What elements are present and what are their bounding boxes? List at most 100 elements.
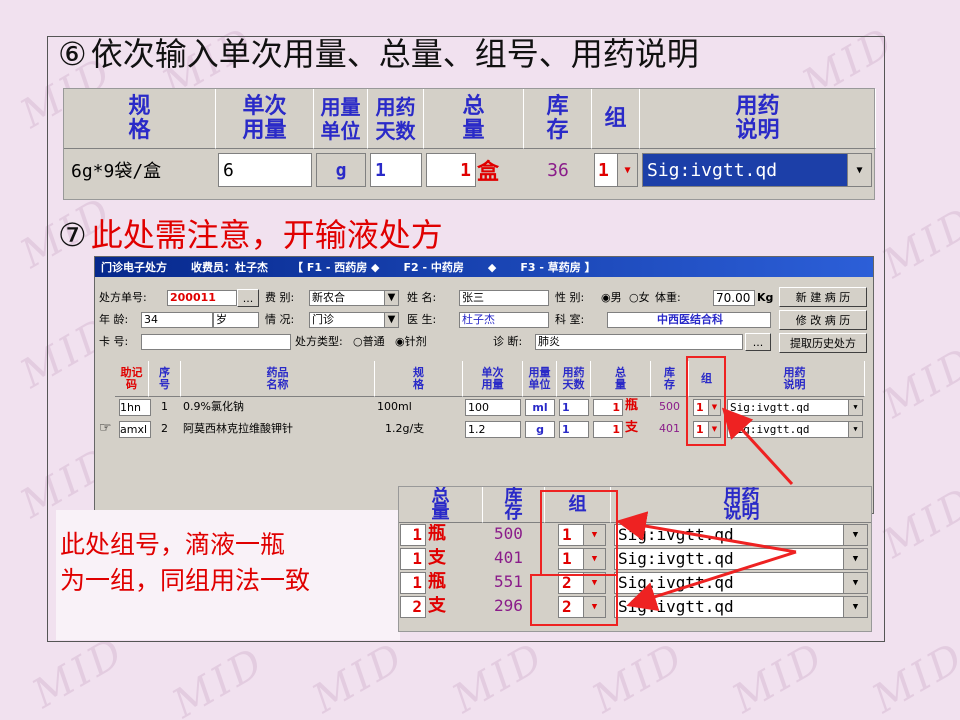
window-title: 门诊电子处方 [101,261,167,274]
row2-unit[interactable]: g [525,421,555,438]
fee-select[interactable]: 新农合 ▼ [309,290,399,306]
zoom-row-usage-select[interactable]: Sig:ivgtt.qd ▼ [614,524,868,546]
zoom-row-total[interactable]: 1 [400,572,426,594]
age-label: 年 龄: [99,313,129,326]
edit-record-button[interactable]: 修 改 病 历 [779,310,867,330]
row1-usage-select[interactable]: Sig:ivgtt.qd ▼ [727,399,863,416]
grid-header-total: 总 量 [591,361,651,397]
row2-code[interactable]: amxl [119,421,151,438]
col-header-group: 组 [592,89,640,149]
chevron-down-icon[interactable]: ▼ [843,597,867,617]
gender-male-radio[interactable]: ◉男 [601,290,622,306]
chevron-down-icon[interactable]: ▼ [843,549,867,569]
watermark: MID [875,478,960,568]
name-field[interactable]: 张三 [459,290,549,306]
gender-label: 性 别: [555,291,585,304]
chevron-down-icon[interactable]: ▼ [384,313,398,327]
usage-select[interactable]: Sig:ivgtt.qd ▼ [642,153,872,187]
row1-dose-input[interactable]: 100 [465,399,521,416]
top-drug-grid: 规 格 单次 用量 用量 单位 用药 天数 总 量 库 存 组 用药 说明 6g… [63,88,876,200]
row1-total-unit: 瓶 [625,398,639,413]
tab-chinese-pharmacy[interactable]: F2 - 中药房 [404,259,464,275]
card-label: 卡 号: [99,335,129,348]
zoom-row-usage-select[interactable]: Sig:ivgtt.qd ▼ [614,572,868,594]
zoom-row-unit: 支 [428,596,446,616]
chevron-down-icon[interactable]: ▼ [848,422,862,437]
row2-total-unit: 支 [625,420,639,435]
step7-text: 此处需注意，开输液处方 [90,216,443,254]
zoom-header-usage: 用药 说明 [611,487,871,523]
chevron-down-icon[interactable]: ▼ [847,154,871,186]
zoom-row-usage-select[interactable]: Sig:ivgtt.qd ▼ [614,548,868,570]
diagnosis-browse-button[interactable]: ... [745,333,771,351]
zoom-header-stock: 库 存 [483,487,545,523]
step6-number: ⑥ [58,35,87,73]
col-header-total: 总 量 [424,89,524,149]
total-input[interactable]: 1 [426,153,476,187]
watermark: MID [445,633,553,720]
cashier-label: 收费员：杜子杰 [191,261,268,274]
chevron-down-icon[interactable]: ▼ [617,154,637,186]
zoom-row-usage-select[interactable]: Sig:ivgtt.qd ▼ [614,596,868,618]
group-select[interactable]: 1 ▼ [594,153,638,187]
grid-header-unit: 用量 单位 [523,361,557,397]
rx-no-field[interactable]: 200011 [167,290,237,306]
tab-herbal-pharmacy[interactable]: F3 - 草药房 】 [520,259,595,275]
group-value: 1 [598,159,609,181]
row2-days-input[interactable]: 1 [559,421,589,438]
rx-no-browse-button[interactable]: ... [237,289,259,307]
row2-name: 阿莫西林克拉维酸钾针 [183,422,293,435]
diagnosis-field[interactable]: 肺炎 [535,334,743,350]
dose-input[interactable]: 6 [218,153,312,187]
row2-dose-input[interactable]: 1.2 [465,421,521,438]
row1-stock: 500 [659,400,680,413]
row2-total-input[interactable]: 1 [593,421,623,438]
dept-field[interactable]: 中西医结合科 [607,312,771,328]
weight-unit: Kg [757,291,774,304]
usage-value: Sig:ivgtt.qd [647,159,778,181]
days-input[interactable]: 1 [370,153,422,187]
cell-spec: 6g*9袋/盒 [66,153,214,187]
chevron-down-icon[interactable]: ▼ [843,525,867,545]
gender-female-radio[interactable]: ○女 [629,290,650,306]
weight-field[interactable]: 70.00 [713,290,755,306]
row1-days-input[interactable]: 1 [559,399,589,416]
highlight-group-1 [540,490,618,576]
chevron-down-icon[interactable]: ▼ [848,400,862,415]
tab-western-pharmacy[interactable]: 【 F1 - 西药房 ◆ [292,259,380,275]
callout-line-2: 为一组，同组用法一致 [60,566,311,595]
age-unit-field[interactable]: 岁 [213,312,259,328]
doctor-label: 医 生: [407,313,437,326]
grid-header-stock: 库 存 [651,361,689,397]
hand-pointer-icon: ☞ [99,421,112,436]
zoom-row-total[interactable]: 1 [400,524,426,546]
prescription-window: 门诊电子处方 收费员：杜子杰 【 F1 - 西药房 ◆ F2 - 中药房 ◆ F… [94,256,874,514]
row1-total-input[interactable]: 1 [593,399,623,416]
col-header-spec: 规 格 [64,89,216,149]
row2-usage-select[interactable]: Sig:ivgtt.qd ▼ [727,421,863,438]
rx-type-normal-radio[interactable]: ○普通 [353,334,385,350]
col-header-unit: 用量 单位 [314,89,368,149]
new-record-button[interactable]: 新 建 病 历 [779,287,867,307]
zoom-row-stock: 500 [494,524,523,543]
chevron-down-icon[interactable]: ▼ [843,573,867,593]
chevron-down-icon[interactable]: ▼ [384,291,398,305]
rx-type-injection-radio[interactable]: ◉针剂 [395,334,427,350]
row1-spec: 100ml [377,400,412,413]
history-rx-button[interactable]: 提取历史处方 [779,333,867,353]
zoom-row-stock: 401 [494,548,523,567]
zoom-row-total[interactable]: 2 [400,596,426,618]
row1-code[interactable]: 1hn [119,399,151,416]
doctor-field[interactable]: 杜子杰 [459,312,549,328]
col-header-days: 用药 天数 [368,89,424,149]
tab-separator: ◆ [487,260,497,274]
zoom-row-total[interactable]: 1 [400,548,426,570]
weight-label: 体重: [655,291,681,304]
card-field[interactable] [141,334,291,350]
age-field[interactable]: 34 [141,312,213,328]
row1-unit[interactable]: ml [525,399,555,416]
row1-no: 1 [161,400,168,413]
status-select[interactable]: 门诊 ▼ [309,312,399,328]
zoom-usage-value: Sig:ivgtt.qd [618,525,734,544]
name-label: 姓 名: [407,291,437,304]
